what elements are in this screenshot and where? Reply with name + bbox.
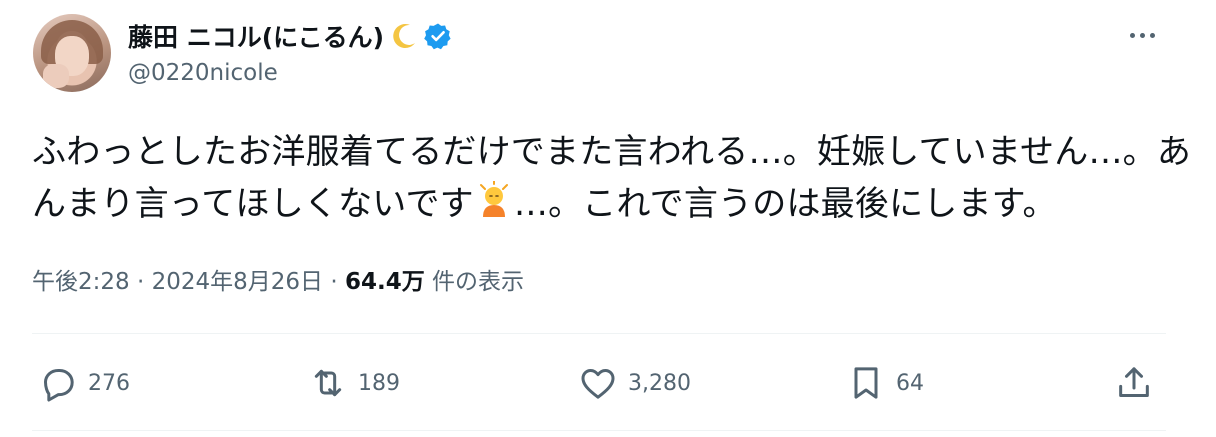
tweet-time[interactable]: 午後2:28	[32, 269, 130, 295]
reply-button[interactable]: 276	[38, 360, 130, 406]
verified-badge-icon[interactable]	[424, 22, 452, 50]
person-gesturing-emoji-icon	[474, 180, 514, 221]
name-row: 藤田 ニコル(にこるん)	[128, 18, 452, 54]
meta-separator: ·	[330, 269, 338, 295]
divider	[32, 333, 1166, 334]
like-icon	[581, 369, 615, 399]
tweet-date[interactable]: 2024年8月26日	[152, 269, 323, 295]
meta-separator: ·	[136, 269, 145, 295]
bookmark-button[interactable]: 64	[846, 360, 924, 406]
display-name[interactable]: 藤田 ニコル(にこるん)	[128, 18, 384, 54]
user-handle[interactable]: @0220nicole	[128, 60, 278, 86]
reply-count: 276	[88, 370, 130, 396]
view-count: 64.4万	[344, 269, 425, 295]
reply-icon	[44, 369, 74, 402]
tweet-text-part2: …。これで言うのは最後にします。	[513, 184, 1057, 224]
bookmark-icon	[854, 367, 878, 399]
like-button[interactable]: 3,280	[578, 360, 691, 406]
tweet-text: ふわっとしたお洋服着てるだけでまた言われる…。妊娠していません…。あんまり言って…	[32, 126, 1192, 230]
divider	[32, 430, 1166, 431]
action-bar: 276 189 3,280 64	[32, 360, 1166, 406]
retweet-icon	[314, 369, 342, 397]
more-options-icon[interactable]	[1124, 22, 1160, 48]
tweet-meta: 午後2:28 · 2024年8月26日 · 64.4万 件の表示	[32, 262, 524, 296]
like-count: 3,280	[628, 370, 691, 396]
moon-emoji-icon	[390, 22, 418, 50]
retweet-button[interactable]: 189	[308, 360, 400, 406]
share-icon	[1119, 367, 1149, 397]
avatar[interactable]	[33, 14, 111, 92]
share-button[interactable]	[1114, 360, 1164, 406]
view-count-label: 件の表示	[432, 269, 525, 295]
bookmark-count: 64	[896, 370, 924, 396]
retweet-count: 189	[358, 370, 400, 396]
